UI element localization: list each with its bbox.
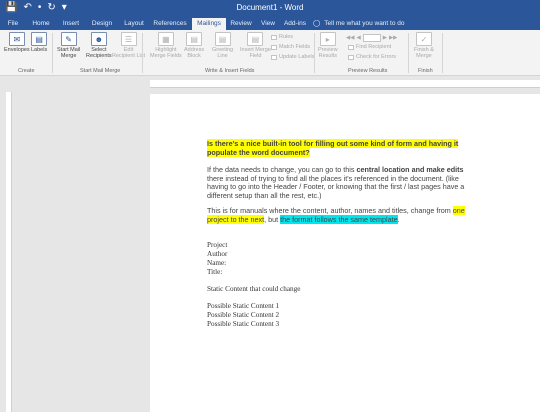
group-separator <box>408 33 409 73</box>
title-bar: 💾 ↶ • ↻ ▾ Document1 - Word <box>0 0 540 17</box>
document-title: Document1 - Word <box>236 3 304 12</box>
ribbon-tabs: File Home Insert Design Layout Reference… <box>0 17 540 30</box>
lightbulb-icon: ◯ <box>313 20 321 27</box>
tab-view[interactable]: View <box>258 18 278 30</box>
rules-icon <box>271 34 277 40</box>
envelopes-button[interactable]: ✉ Envelopes <box>4 32 30 53</box>
next-record-icon[interactable]: ▶ <box>383 35 387 41</box>
address-block-button: ▤ Address Block <box>184 32 204 59</box>
tell-me-box[interactable]: ◯ Tell me what you want to do <box>313 18 405 30</box>
labels-button[interactable]: ▤ Labels <box>31 32 47 53</box>
finish-merge-icon: ✓ <box>415 32 432 46</box>
address-block-icon: ▤ <box>186 32 203 46</box>
static-content-note[interactable]: Static Content that could change <box>207 285 300 294</box>
possible-static-content-2[interactable]: Possible Static Content 2 <box>207 311 279 320</box>
last-record-icon[interactable]: ▶▶ <box>389 35 397 41</box>
greeting-line-icon: ▤ <box>214 32 231 46</box>
check-errors-icon <box>348 54 354 60</box>
tab-design[interactable]: Design <box>88 18 116 30</box>
field-author[interactable]: Author <box>207 250 227 259</box>
ribbon-mailings: ✉ Envelopes ▤ Labels Create ✎ Start Mail… <box>0 30 540 76</box>
previous-record-icon[interactable]: ◀ <box>356 35 360 41</box>
tab-add-ins[interactable]: Add-ins <box>282 18 308 30</box>
preview-results-button: ▸ Preview Results <box>318 32 338 59</box>
match-fields-button: Match Fields <box>271 44 310 50</box>
envelope-icon: ✉ <box>8 32 25 46</box>
tab-references[interactable]: References <box>152 18 188 30</box>
greeting-line-button: ▤ Greeting Line <box>212 32 233 59</box>
group-label-preview: Preview Results <box>348 68 388 74</box>
tab-layout[interactable]: Layout <box>120 18 148 30</box>
field-project[interactable]: Project <box>207 241 227 250</box>
vertical-ruler[interactable] <box>6 92 12 412</box>
start-mail-merge-button[interactable]: ✎ Start Mail Merge <box>57 32 80 59</box>
first-record-icon[interactable]: ◀◀ <box>346 35 354 41</box>
edit-recipient-list-button: ☰ Edit Recipient List <box>112 32 145 59</box>
find-recipient-icon <box>348 44 354 50</box>
field-name[interactable]: Name: <box>207 259 226 268</box>
group-label-write-insert: Write & Insert Fields <box>205 68 255 74</box>
group-label-start-mail-merge: Start Mail Merge <box>80 68 121 74</box>
finish-merge-button: ✓ Finish & Merge <box>414 32 434 59</box>
tab-file[interactable]: File <box>4 18 22 30</box>
record-navigation: ◀◀ ◀ ▶ ▶▶ <box>346 34 397 42</box>
tell-me-text: Tell me what you want to do <box>324 20 405 27</box>
group-separator <box>52 33 53 73</box>
labels-icon: ▤ <box>31 32 48 46</box>
preview-icon: ▸ <box>319 32 336 46</box>
rules-button: Rules <box>271 34 293 40</box>
insert-field-icon: ▤ <box>247 32 264 46</box>
tab-review[interactable]: Review <box>228 18 254 30</box>
possible-static-content-3[interactable]: Possible Static Content 3 <box>207 320 279 329</box>
check-errors-button: Check for Errors <box>348 54 396 60</box>
mail-merge-icon: ✎ <box>60 32 77 46</box>
record-number-input[interactable] <box>362 34 381 42</box>
highlight-merge-fields-button: ▦ Highlight Merge Fields <box>150 32 182 59</box>
group-separator <box>442 33 443 73</box>
tab-home[interactable]: Home <box>28 18 54 30</box>
find-recipient-button: Find Recipient <box>348 44 391 50</box>
edit-list-icon: ☰ <box>120 32 137 46</box>
group-label-create: Create <box>18 68 35 74</box>
group-label-finish: Finish <box>418 68 433 74</box>
possible-static-content-1[interactable]: Possible Static Content 1 <box>207 302 279 311</box>
update-labels-icon <box>271 54 277 60</box>
horizontal-ruler[interactable] <box>150 80 540 88</box>
paragraph-question[interactable]: Is there's a nice built-in tool for fill… <box>207 139 469 157</box>
tab-mailings[interactable]: Mailings <box>192 18 226 30</box>
tab-insert[interactable]: Insert <box>58 18 84 30</box>
match-fields-icon <box>271 44 277 50</box>
update-labels-button: Update Labels <box>271 54 314 60</box>
highlight-fields-icon: ▦ <box>157 32 174 46</box>
recipients-icon: ☻ <box>90 32 107 46</box>
group-separator <box>314 33 315 73</box>
group-separator <box>142 33 143 73</box>
field-title[interactable]: Title: <box>207 268 222 277</box>
select-recipients-button[interactable]: ☻ Select Recipients <box>86 32 112 59</box>
document-page[interactable]: Is there's a nice built-in tool for fill… <box>150 94 540 412</box>
paragraph-data-change[interactable]: If the data needs to change, you can go … <box>207 165 469 200</box>
paragraph-manuals[interactable]: This is for manuals where the content, a… <box>207 206 469 224</box>
insert-merge-field-button: ▤ Insert Merge Field <box>240 32 271 59</box>
